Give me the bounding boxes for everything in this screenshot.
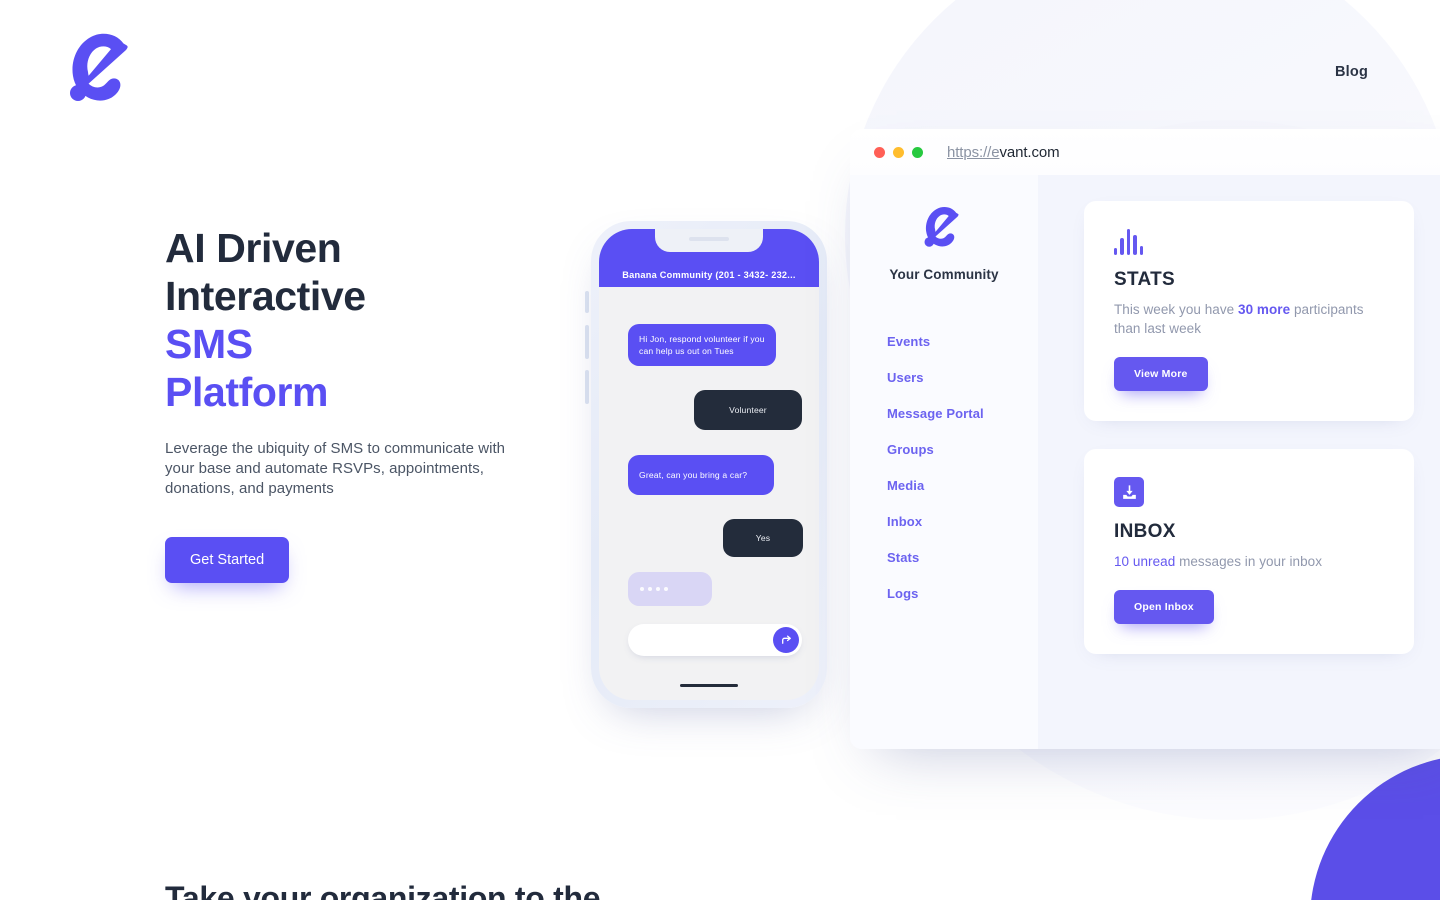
evant-e-logo-icon: [920, 203, 968, 255]
send-arrow-icon[interactable]: [773, 627, 799, 653]
window-maximize-icon[interactable]: [912, 146, 923, 158]
url-scheme: https://e: [947, 143, 1000, 161]
typing-dot: [656, 587, 660, 591]
chat-bubble-incoming: Yes: [723, 519, 803, 557]
dashboard-sidebar: Your Community Events Users Message Port…: [850, 175, 1038, 749]
sidebar-item-media[interactable]: Media: [887, 478, 1038, 493]
page-root: Blog AI Driven Interactive SMS Platform …: [0, 0, 1440, 900]
dashboard-nav: Events Users Message Portal Groups Media…: [850, 334, 1038, 622]
typing-dot: [648, 587, 652, 591]
chat-conversation-title: Banana Community (201 - 3432- 232...: [622, 270, 796, 280]
chat-bubble-outgoing: Great, can you bring a car?: [628, 455, 774, 495]
dashboard-body: Your Community Events Users Message Port…: [850, 175, 1440, 749]
sidebar-item-groups[interactable]: Groups: [887, 442, 1038, 457]
window-minimize-icon[interactable]: [893, 146, 904, 158]
browser-address-bar[interactable]: https://evant.com: [947, 144, 1060, 161]
inbox-desc-post: messages in your inbox: [1175, 554, 1322, 569]
hero-title-line-2: Interactive: [165, 273, 366, 319]
url-domain: vant.com: [999, 143, 1060, 161]
phone-silent-switch: [585, 291, 589, 313]
view-more-button[interactable]: View More: [1114, 357, 1208, 391]
unread-count-badge: 10 unread: [1114, 554, 1176, 569]
open-inbox-button[interactable]: Open Inbox: [1114, 590, 1214, 624]
next-section-heading: Take your organization to the: [165, 880, 601, 900]
hero-title-accent-line-2: Platform: [165, 369, 329, 415]
browser-window-mockup: https://evant.com Your Community Events …: [850, 129, 1440, 749]
waveform-icon: [1114, 229, 1384, 255]
hero-subtitle: Leverage the ubiquity of SMS to communic…: [165, 440, 506, 497]
window-close-icon[interactable]: [874, 146, 885, 158]
typing-dot: [664, 587, 668, 591]
typing-indicator: [628, 572, 712, 606]
chat-bubble-incoming: Volunteer: [694, 390, 802, 430]
sidebar-item-events[interactable]: Events: [887, 334, 1038, 349]
typing-dot: [640, 587, 644, 591]
inbox-card-description: 10 unread messages in your inbox: [1114, 552, 1384, 571]
phone-mockup: Banana Community (201 - 3432- 232... Hi …: [591, 221, 827, 708]
inbox-card: INBOX 10 unread messages in your inbox O…: [1084, 449, 1414, 654]
sidebar-item-logs[interactable]: Logs: [887, 586, 1038, 601]
hero-title-accent-line-1: SMS: [165, 321, 253, 367]
phone-speaker-icon: [689, 237, 729, 241]
evant-logo-icon[interactable]: [63, 27, 143, 115]
phone-notch: [655, 229, 763, 252]
phone-home-indicator: [680, 683, 738, 687]
phone-volume-down-button: [585, 370, 589, 404]
get-started-button[interactable]: Get Started: [165, 537, 290, 583]
browser-title-bar: https://evant.com: [850, 129, 1440, 175]
stats-card-description: This week you have 30 more participants …: [1114, 300, 1384, 338]
sidebar-item-stats[interactable]: Stats: [887, 550, 1038, 565]
status-badge: 30 more: [1238, 302, 1291, 317]
chat-header: Banana Community (201 - 3432- 232...: [599, 229, 819, 287]
page-title: AI Driven Interactive SMS Platform: [165, 224, 585, 416]
inbox-download-icon: [1114, 477, 1144, 507]
community-name: Your Community: [889, 267, 999, 282]
hero-title-line-1: AI Driven: [165, 225, 342, 271]
inbox-card-title: INBOX: [1114, 521, 1176, 542]
chat-message-input[interactable]: [628, 624, 802, 656]
stats-desc-pre: This week you have: [1114, 302, 1239, 317]
dashboard-content: STATS This week you have 30 more partici…: [1038, 175, 1440, 749]
nav-blog-link[interactable]: Blog: [1335, 64, 1368, 80]
sidebar-item-message-portal[interactable]: Message Portal: [887, 406, 1038, 421]
sidebar-item-users[interactable]: Users: [887, 370, 1038, 385]
sidebar-item-inbox[interactable]: Inbox: [887, 514, 1038, 529]
phone-volume-up-button: [585, 325, 589, 359]
stats-card: STATS This week you have 30 more partici…: [1084, 201, 1414, 421]
phone-screen: Banana Community (201 - 3432- 232... Hi …: [599, 229, 819, 700]
hero-section: AI Driven Interactive SMS Platform Lever…: [165, 224, 585, 583]
stats-card-title: STATS: [1114, 269, 1175, 290]
chat-bubble-outgoing: Hi Jon, respond volunteer if you can hel…: [628, 324, 776, 366]
